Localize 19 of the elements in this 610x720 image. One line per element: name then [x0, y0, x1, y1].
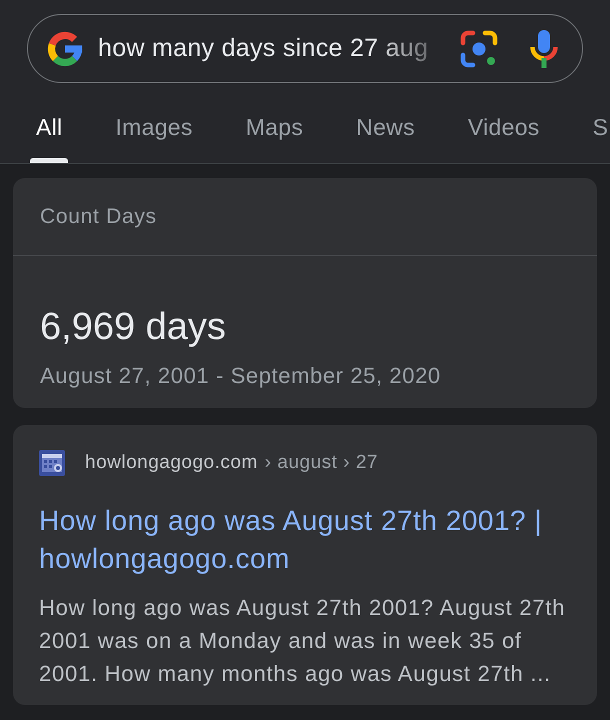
- result-snippet: How long ago was August 27th 2001? August 27th 2001 was on a Monday and was in week 35 of 2001. How many months ago was August 27th ...: [39, 594, 566, 688]
- tab[interactable]: Images: [109, 100, 199, 163]
- microphone-icon[interactable]: [530, 30, 558, 68]
- calendar-icon: [39, 450, 65, 476]
- tab[interactable]: Videos: [462, 100, 546, 163]
- url-path: › august › 27: [264, 452, 378, 474]
- g-logo-icon: [47, 30, 83, 66]
- tab[interactable]: S: [586, 100, 608, 163]
- camera-search-icon[interactable]: [460, 30, 498, 68]
- search-field[interactable]: how many days since 27 aug: [27, 14, 583, 83]
- day-count: 6,969 days: [40, 305, 227, 349]
- result-title-link[interactable]: How long ago was August 27th 2001? | howlongagogo.com: [39, 502, 569, 578]
- search-query: how many days since 27 aug: [98, 34, 428, 63]
- tab[interactable]: Maps: [240, 100, 310, 163]
- answer-title: Count Days: [40, 204, 157, 228]
- tab[interactable]: News: [350, 100, 421, 163]
- tab[interactable]: All: [30, 100, 68, 163]
- date-range: August 27, 2001 - September 25, 2020: [40, 362, 442, 390]
- site-domain: howlongagogo.com: [85, 452, 258, 474]
